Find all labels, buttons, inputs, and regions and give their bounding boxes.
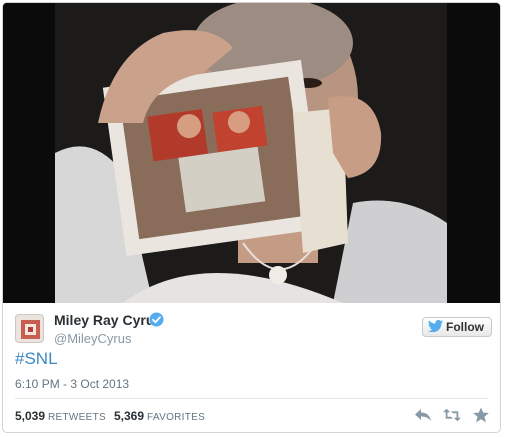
tweet-card: Miley Ray Cyrus @MileyCyrus Follow #SNL …: [2, 2, 501, 433]
tweet-photo[interactable]: [3, 3, 500, 303]
tweet-stats: 5,039 RETWEETS 5,369 FAVORITES: [15, 409, 213, 423]
avatar[interactable]: [15, 314, 44, 343]
user-handle[interactable]: @MileyCyrus: [54, 331, 131, 346]
favorites-label[interactable]: FAVORITES: [147, 412, 205, 423]
twitter-bird-icon: [427, 319, 443, 335]
retweet-icon[interactable]: [443, 407, 461, 423]
tweet-hashtag-link[interactable]: #SNL: [15, 349, 58, 369]
favorite-icon[interactable]: [472, 407, 490, 423]
tweet-actions: [414, 407, 490, 423]
photo-image: [3, 3, 500, 303]
favorites-count[interactable]: 5,369: [114, 409, 144, 423]
divider: [15, 398, 488, 399]
verified-badge-icon: [149, 312, 164, 327]
follow-button[interactable]: Follow: [422, 317, 492, 337]
retweets-count[interactable]: 5,039: [15, 409, 45, 423]
user-name[interactable]: Miley Ray Cyrus: [54, 312, 162, 328]
follow-label: Follow: [446, 320, 484, 334]
reply-icon[interactable]: [414, 407, 432, 423]
retweets-label[interactable]: RETWEETS: [48, 412, 106, 423]
tweet-timestamp[interactable]: 6:10 PM - 3 Oct 2013: [15, 377, 129, 391]
avatar-image: [16, 315, 43, 342]
